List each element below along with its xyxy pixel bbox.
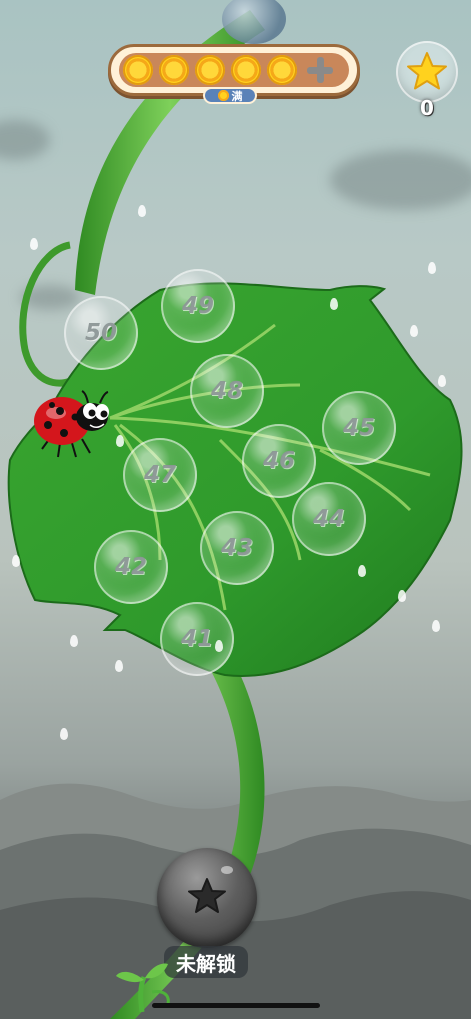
level-number: 42 (114, 554, 147, 580)
level-bubble-49[interactable]: 49 (161, 269, 235, 343)
raindrop (138, 205, 146, 217)
raindrop (30, 238, 38, 250)
raindrop (115, 660, 123, 672)
raindrop (438, 375, 446, 387)
raindrop (398, 590, 406, 602)
level-number: 44 (312, 506, 345, 532)
raindrop (116, 435, 124, 447)
raindrop (428, 262, 436, 274)
sun-slots (119, 53, 349, 87)
sun-icon (195, 55, 225, 85)
star-icon (188, 866, 233, 913)
level-bubble-42[interactable]: 42 (94, 530, 168, 604)
level-bubble-41[interactable]: 41 (160, 602, 234, 676)
locked-stage-button[interactable] (157, 848, 257, 948)
level-number: 47 (143, 462, 176, 488)
sun-icon (267, 55, 297, 85)
star-icon (407, 52, 447, 90)
sun-icon (217, 90, 229, 101)
badge-text: 满 (231, 89, 243, 103)
level-number: 50 (84, 320, 117, 346)
level-bubble-46[interactable]: 46 (242, 424, 316, 498)
home-indicator[interactable] (152, 1003, 320, 1008)
level-bubble-44[interactable]: 44 (292, 482, 366, 556)
level-number: 45 (342, 415, 375, 441)
sun-icon (231, 55, 261, 85)
sun-icon (159, 55, 189, 85)
star-button[interactable] (396, 41, 458, 103)
raindrop (60, 728, 68, 740)
level-number: 41 (180, 626, 213, 652)
level-number: 46 (262, 448, 295, 474)
sun-icon (123, 55, 153, 85)
level-bubble-50[interactable]: 50 (64, 296, 138, 370)
raindrop (330, 298, 338, 310)
level-bubble-47[interactable]: 47 (123, 438, 197, 512)
locked-label: 未解锁 (164, 946, 248, 978)
level-number: 48 (210, 378, 243, 404)
plus-icon[interactable] (305, 55, 335, 85)
level-number: 43 (220, 535, 253, 561)
star-count: 0 (420, 96, 434, 120)
raindrop (358, 565, 366, 577)
raindrop (70, 635, 78, 647)
level-bubble-45[interactable]: 45 (322, 391, 396, 465)
raindrop (432, 620, 440, 632)
sun-full-badge: 满 (203, 87, 257, 104)
raindrop (410, 325, 418, 337)
ladybug-icon (34, 390, 109, 458)
raindrop (12, 555, 20, 567)
level-bubble-48[interactable]: 48 (190, 354, 264, 428)
level-number: 49 (181, 293, 214, 319)
level-bubble-43[interactable]: 43 (200, 511, 274, 585)
